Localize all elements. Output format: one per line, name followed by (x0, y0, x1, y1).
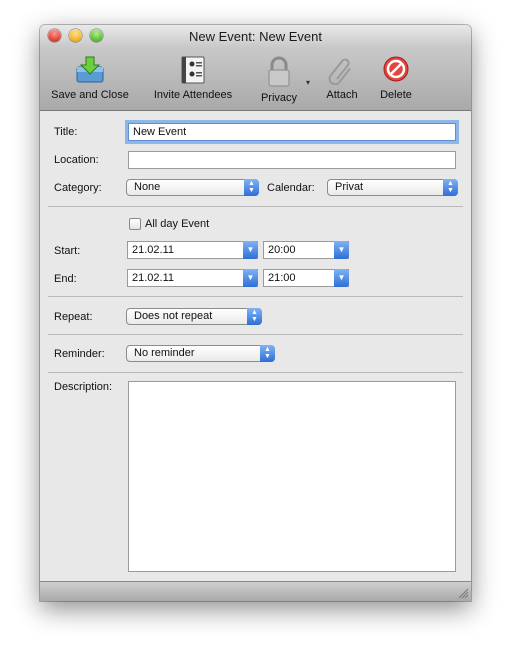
chevron-down-icon[interactable]: ▼ (334, 269, 349, 287)
event-form: Title: New Event Location: Category: Non… (40, 111, 471, 581)
description-label: Description: (54, 381, 113, 393)
chevron-down-icon[interactable]: ▼ (243, 269, 258, 287)
chevron-down-icon[interactable]: ▼ (243, 241, 258, 259)
location-label: Location: (54, 154, 99, 166)
start-label: Start: (54, 245, 81, 257)
delete-icon (380, 55, 412, 85)
start-date-field[interactable]: 21.02.11 ▼ (127, 241, 258, 259)
toolbar: Save and Close Invite Attendees Privacy … (40, 47, 471, 111)
category-popup[interactable]: None ▲ ▼ (126, 179, 259, 196)
reminder-popup[interactable]: No reminder ▲ ▼ (126, 345, 275, 362)
title-bar[interactable]: New Event: New Event (40, 25, 471, 47)
resize-grip-icon[interactable] (458, 588, 469, 599)
separator (48, 334, 463, 335)
separator (48, 372, 463, 373)
repeat-popup[interactable]: Does not repeat ▲ ▼ (126, 308, 262, 325)
save-close-icon (74, 55, 106, 85)
popup-arrows-icon: ▲ ▼ (247, 308, 262, 325)
end-date-field[interactable]: 21.02.11 ▼ (127, 269, 258, 287)
description-textarea[interactable] (128, 381, 456, 572)
title-input[interactable]: New Event (128, 123, 456, 141)
location-input[interactable] (128, 151, 456, 169)
attach-button[interactable]: Attach (322, 55, 362, 101)
all-day-checkbox[interactable] (129, 218, 141, 230)
start-time-field[interactable]: 20:00 ▼ (263, 241, 349, 259)
delete-button[interactable]: Delete (376, 55, 416, 101)
privacy-button[interactable]: Privacy (254, 55, 304, 104)
end-time-field[interactable]: 21:00 ▼ (263, 269, 349, 287)
popup-arrows-icon: ▲ ▼ (244, 179, 259, 196)
event-window: New Event: New Event Save and Close Invi… (40, 25, 471, 601)
separator (48, 206, 463, 207)
calendar-value: Privat (335, 181, 364, 193)
popup-arrows-icon: ▲ ▼ (260, 345, 275, 362)
address-book-icon (177, 55, 209, 85)
reminder-value: No reminder (134, 347, 195, 359)
all-day-label: All day Event (145, 218, 210, 230)
paperclip-icon (326, 55, 358, 86)
category-label: Category: (54, 182, 102, 194)
lock-icon (263, 55, 295, 88)
separator (48, 296, 463, 297)
end-label: End: (54, 273, 77, 285)
chevron-down-icon[interactable]: ▼ (334, 241, 349, 259)
title-label: Title: (54, 126, 78, 138)
reminder-label: Reminder: (54, 348, 105, 360)
status-bar (40, 581, 471, 601)
popup-arrows-icon: ▲ ▼ (443, 179, 458, 196)
calendar-popup[interactable]: Privat ▲ ▼ (327, 179, 458, 196)
privacy-dropdown-icon[interactable]: ▾ (306, 78, 310, 87)
save-and-close-button[interactable]: Save and Close (50, 55, 130, 101)
invite-attendees-button[interactable]: Invite Attendees (148, 55, 238, 101)
calendar-label: Calendar: (267, 182, 315, 194)
repeat-label: Repeat: (54, 311, 93, 323)
window-title: New Event: New Event (189, 29, 322, 44)
repeat-value: Does not repeat (134, 310, 213, 322)
category-value: None (134, 181, 161, 193)
